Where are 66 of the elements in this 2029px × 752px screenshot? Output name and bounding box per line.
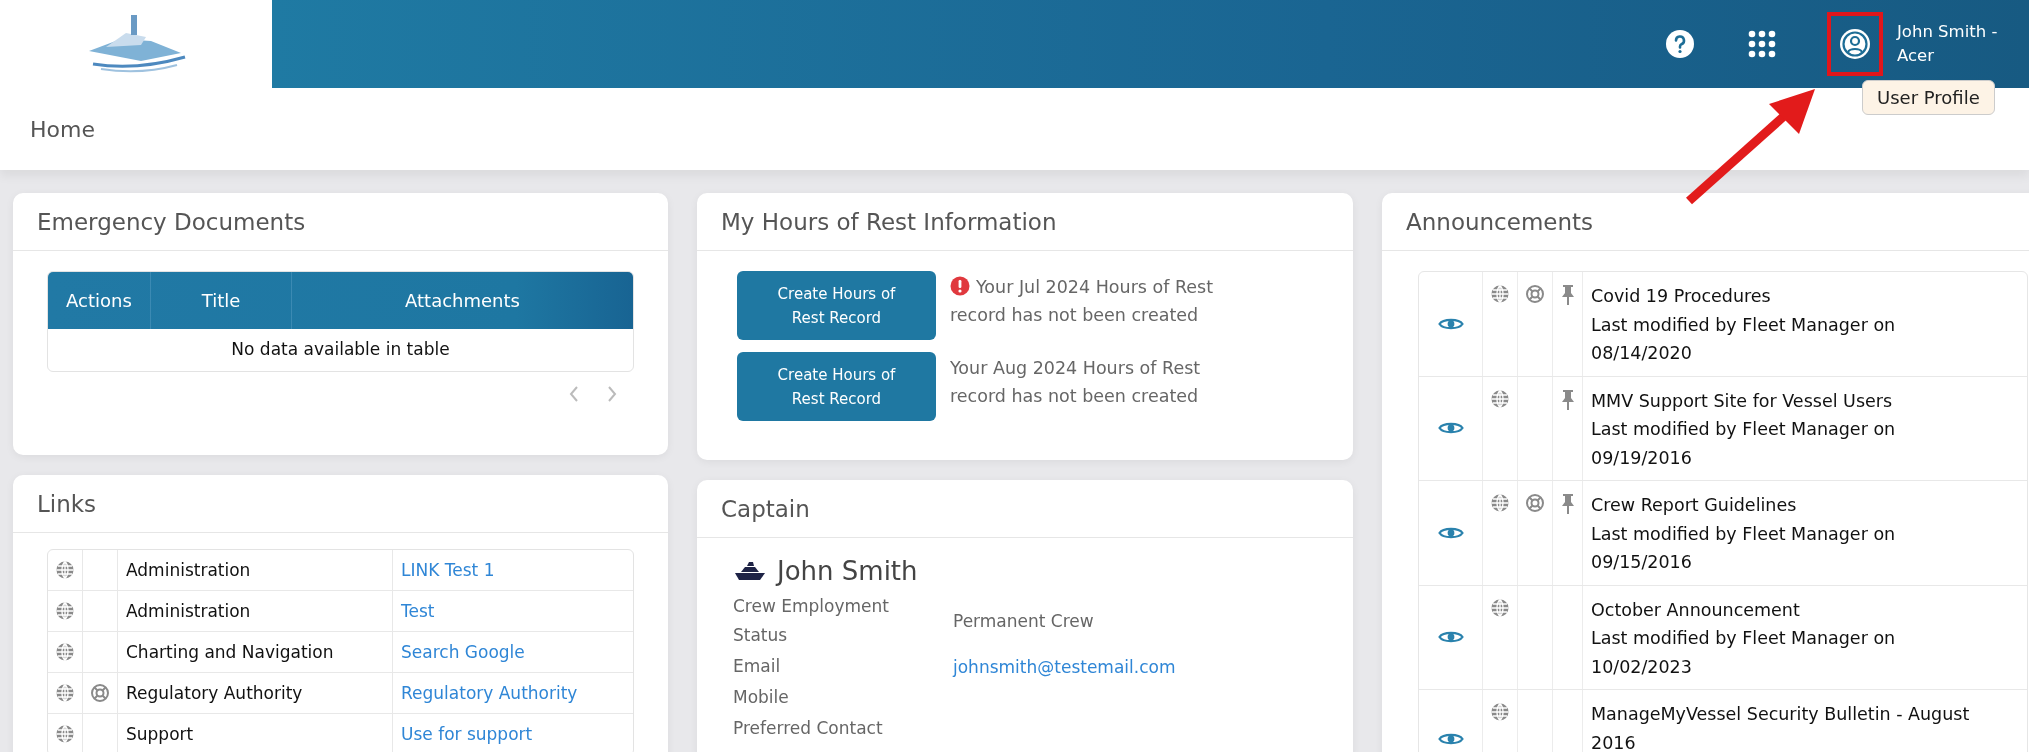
record-message: Your Jul 2024 Hours of Rest record has not been created bbox=[950, 275, 1215, 327]
announcement-title[interactable]: ManageMyVessel Security Bulletin - August 2016 bbox=[1591, 700, 1991, 752]
captain-name: John Smith bbox=[777, 556, 918, 586]
card-title: My Hours of Rest Information bbox=[721, 208, 1057, 235]
card-title: Announcements bbox=[1406, 208, 1594, 235]
field-label: Mobile bbox=[733, 686, 790, 709]
create-record-button[interactable]: Create Hours of Rest Record bbox=[737, 352, 936, 421]
warning-icon bbox=[950, 276, 970, 296]
column-header: Actions bbox=[48, 272, 151, 329]
empty-message: No data available in table bbox=[230, 338, 451, 361]
tooltip: User Profile bbox=[1862, 80, 1995, 115]
view-button[interactable] bbox=[1437, 731, 1464, 747]
ship-icon bbox=[733, 560, 767, 582]
pin-icon bbox=[1559, 493, 1576, 515]
user-icon bbox=[1838, 27, 1872, 61]
pin-icon bbox=[1559, 388, 1576, 411]
link[interactable]: Test bbox=[401, 601, 435, 621]
user-name: John Smith - Acer bbox=[1897, 21, 1999, 67]
card-title: Captain bbox=[721, 495, 810, 522]
help-icon bbox=[1665, 29, 1695, 59]
lifebuoy-icon bbox=[90, 683, 110, 703]
page-title: Home bbox=[30, 116, 95, 142]
column-header: Attachments bbox=[404, 289, 521, 313]
globe-icon bbox=[55, 560, 75, 580]
globe-icon bbox=[1490, 597, 1510, 618]
link-category: Charting and Navigation bbox=[126, 642, 334, 662]
globe-icon bbox=[55, 642, 75, 662]
modified-info: Last modified by Fleet Manager on 09/15/2016 bbox=[1591, 522, 1897, 574]
announcement-title[interactable]: Crew Report Guidelines bbox=[1591, 491, 1991, 520]
grid-icon bbox=[1748, 30, 1776, 58]
globe-icon bbox=[1490, 284, 1510, 304]
link-category: Regulatory Authority bbox=[126, 683, 303, 703]
link-category: Support bbox=[126, 724, 194, 744]
help-button[interactable] bbox=[1663, 27, 1697, 61]
modified-info: Last modified by Fleet Manager on 08/14/2020 bbox=[1591, 313, 1897, 365]
announcement-title[interactable]: MMV Support Site for Vessel Users bbox=[1591, 386, 1991, 415]
modified-info: Last modified by Fleet Manager on 10/02/2023 bbox=[1591, 627, 1897, 679]
announcement-title[interactable]: October Announcement bbox=[1591, 595, 1991, 624]
modified-info: Last modified by Fleet Manager on 09/19/2016 bbox=[1591, 418, 1897, 470]
link-category: Administration bbox=[126, 601, 251, 621]
globe-icon bbox=[55, 683, 75, 703]
lifebuoy-icon bbox=[1525, 493, 1545, 513]
globe-icon bbox=[55, 724, 75, 744]
card-title: Links bbox=[37, 490, 97, 517]
card-title: Emergency Documents bbox=[37, 208, 306, 235]
record-message: Your Aug 2024 Hours of Rest record has not been created bbox=[950, 357, 1202, 408]
field-label: Email bbox=[733, 655, 782, 678]
field-label: Preferred Contact bbox=[733, 717, 884, 740]
lifebuoy-icon bbox=[1525, 284, 1545, 304]
globe-icon bbox=[1490, 702, 1510, 722]
link[interactable]: LINK Test 1 bbox=[401, 560, 495, 580]
globe-icon bbox=[1490, 388, 1510, 409]
announcement-title[interactable]: Covid 19 Procedures bbox=[1591, 282, 1991, 311]
link-category: Administration bbox=[126, 560, 251, 580]
link[interactable]: Use for support bbox=[401, 724, 533, 744]
link[interactable]: Regulatory Authority bbox=[401, 683, 578, 703]
field-label: Crew Employment Status bbox=[733, 595, 890, 647]
user-profile-button[interactable] bbox=[1827, 12, 1883, 76]
email-link[interactable]: johnsmith@testemail.com bbox=[953, 656, 1176, 677]
create-record-button[interactable]: Create Hours of Rest Record bbox=[737, 271, 936, 340]
link[interactable]: Search Google bbox=[401, 642, 525, 662]
globe-icon bbox=[1490, 493, 1510, 513]
pin-icon bbox=[1559, 284, 1576, 306]
globe-icon bbox=[55, 601, 75, 621]
field-value: Permanent Crew bbox=[953, 611, 1094, 631]
column-header: Title bbox=[151, 272, 292, 329]
